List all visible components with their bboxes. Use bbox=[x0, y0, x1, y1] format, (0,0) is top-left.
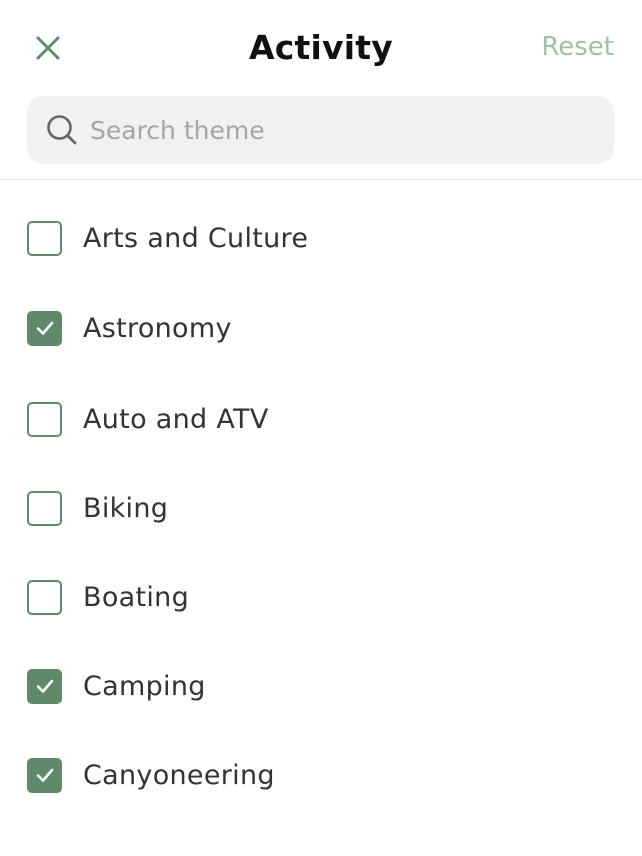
divider bbox=[0, 179, 642, 180]
check-icon bbox=[36, 768, 53, 782]
reset-button[interactable]: Reset bbox=[541, 32, 614, 62]
checkbox[interactable] bbox=[27, 220, 62, 256]
list-item-label: Astronomy bbox=[83, 312, 232, 344]
list-item[interactable]: Canyoneering bbox=[0, 745, 642, 805]
activity-filter-screen: Activity Reset Arts and Culture bbox=[0, 0, 642, 856]
search-bar[interactable] bbox=[27, 96, 614, 164]
list-item[interactable]: Biking bbox=[0, 478, 642, 538]
checkbox[interactable] bbox=[27, 401, 62, 437]
checkbox[interactable] bbox=[27, 490, 62, 526]
checkbox[interactable] bbox=[27, 310, 62, 346]
check-icon bbox=[36, 679, 53, 693]
search-input[interactable] bbox=[90, 115, 590, 145]
list-item[interactable]: Astronomy bbox=[0, 298, 642, 358]
list-item[interactable]: Auto and ATV bbox=[0, 389, 642, 449]
list-item-label: Canyoneering bbox=[83, 759, 275, 791]
list-item[interactable]: Camping bbox=[0, 656, 642, 716]
list-item-label: Auto and ATV bbox=[83, 403, 269, 435]
checkbox[interactable] bbox=[27, 579, 62, 615]
search-icon bbox=[45, 113, 79, 147]
list-item-label: Boating bbox=[83, 581, 190, 613]
list-item-label: Camping bbox=[83, 670, 206, 702]
header: Activity Reset bbox=[0, 0, 642, 96]
checkbox[interactable] bbox=[27, 757, 62, 793]
list-item-label: Arts and Culture bbox=[83, 222, 309, 254]
list-item-label: Biking bbox=[83, 492, 169, 524]
checkbox[interactable] bbox=[27, 668, 62, 704]
list-item[interactable]: Arts and Culture bbox=[0, 208, 642, 268]
list-item[interactable]: Boating bbox=[0, 567, 642, 627]
check-icon bbox=[36, 321, 53, 335]
